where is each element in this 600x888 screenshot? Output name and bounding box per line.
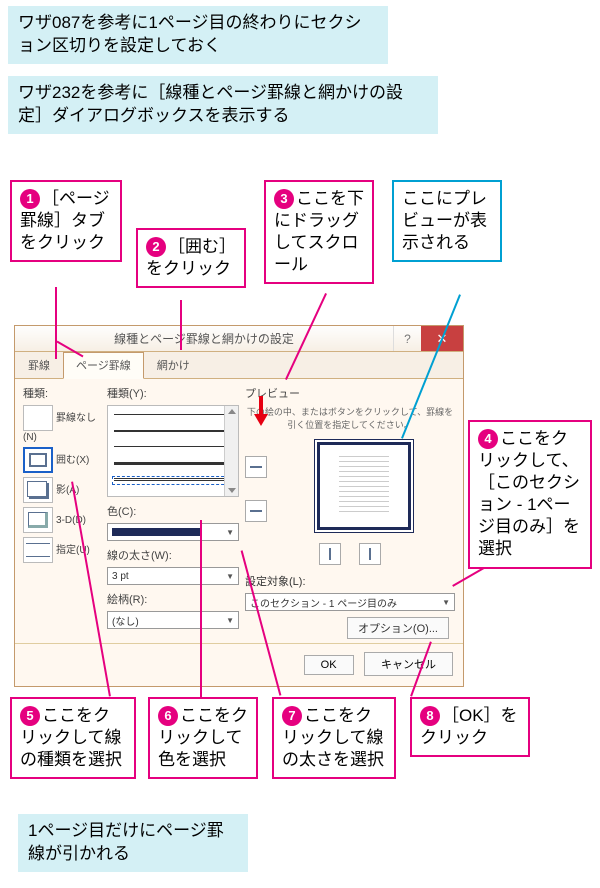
box-icon [23,447,53,473]
step-7: 7ここをクリックして線の太さを選択 [272,697,396,779]
shadow-icon [23,477,53,503]
preview-top-border-button[interactable] [245,456,267,478]
step-4-text: ここをクリックして、［このセクション - 1ページ目のみ］を選択 [478,429,580,558]
style-label: 種類(Y): [107,385,239,401]
note-result: 1ページ目だけにページ罫線が引かれる [18,814,248,872]
style-option[interactable] [114,414,232,426]
dialog-titlebar[interactable]: 線種とページ罫線と網かけの設定 ? ✕ [15,326,463,352]
style-option-selected[interactable] [114,478,232,483]
step-3: 3ここを下にドラッグしてスクロール [264,180,374,284]
note-open-dialog: ワザ232を参考に［線種とページ罫線と網かけの設定］ダイアログボックスを表示する [8,76,438,134]
color-field: 色(C): ▼ [107,503,239,541]
pointer-line [180,300,182,350]
step-number-7: 7 [282,706,302,726]
apply-label: 設定対象(L): [245,573,306,589]
step-2: 2［囲む］をクリック [136,228,246,288]
type-3d[interactable]: 3-D(D) [23,507,101,533]
step-number-5: 5 [20,706,40,726]
style-listbox[interactable] [107,405,239,497]
art-label: 絵柄(R): [107,591,239,607]
tab-shading[interactable]: 網かけ [144,352,203,378]
type-shadow-label: 影(A) [56,485,79,496]
apply-value: このセクション - 1 ページ目のみ [250,595,397,610]
border-type-column: 種類: 罫線なし(N) 囲む(X) 影(A) 3-D(D) 指定(U) [23,385,101,639]
options-button[interactable]: オプション(O)... [347,617,449,639]
note-section-break: ワザ087を参考に1ページ目の終わりにセクション区切りを設定しておく [8,6,388,64]
type-none[interactable]: 罫線なし(N) [23,405,101,443]
width-field: 線の太さ(W): 3 pt ▼ [107,547,239,585]
type-label: 種類: [23,385,101,401]
step-1: 1［ページ罫線］タブをクリック [10,180,122,262]
ok-button[interactable]: OK [304,655,354,675]
preview-note: ここにプレビューが表示される [392,180,502,262]
preview-bottom-border-button[interactable] [245,500,267,522]
none-icon [23,405,53,431]
style-option[interactable] [114,462,232,474]
chevron-down-icon: ▼ [226,528,234,537]
dialog-body: 種類: 罫線なし(N) 囲む(X) 影(A) 3-D(D) 指定(U) 種類(Y… [15,379,463,643]
pointer-line [200,520,202,698]
style-scrollbar[interactable] [224,406,238,496]
width-value: 3 pt [112,571,129,582]
preview-right-border-button[interactable] [359,543,381,565]
style-option[interactable] [114,430,232,442]
step-number-8: 8 [420,706,440,726]
art-value: (なし) [112,613,139,628]
step-number-6: 6 [158,706,178,726]
type-box-label: 囲む(X) [56,455,89,466]
type-box[interactable]: 囲む(X) [23,447,101,473]
type-custom[interactable]: 指定(U) [23,537,101,563]
color-swatch-icon [112,528,202,536]
border-style-column: 種類(Y): 色(C): ▼ 線の太さ(W): 3 pt [107,385,239,639]
step-6: 6ここをクリックして色を選択 [148,697,258,779]
color-label: 色(C): [107,503,239,519]
custom-icon [23,537,53,563]
width-label: 線の太さ(W): [107,547,239,563]
step-4: 4ここをクリックして、［このセクション - 1ページ目のみ］を選択 [468,420,592,569]
cancel-button[interactable]: キャンセル [364,652,453,676]
chevron-down-icon: ▼ [442,598,450,607]
style-option[interactable] [114,446,232,458]
apply-to-row: 設定対象(L): [245,573,455,589]
dialog-footer: OK キャンセル [15,643,463,686]
step-5: 5ここをクリックして線の種類を選択 [10,697,136,779]
step-number-4: 4 [478,429,498,449]
chevron-down-icon: ▼ [226,616,234,625]
tab-page-border[interactable]: ページ罫線 [63,352,144,379]
step-number-1: 1 [20,189,40,209]
preview-column: プレビュー 下の絵の中、またはボタンをクリックして、罫線を引く位置を指定してくだ… [245,385,455,639]
preview-page-icon [314,439,414,533]
preview-left-border-button[interactable] [319,543,341,565]
borders-shading-dialog: 線種とページ罫線と網かけの設定 ? ✕ 罫線 ページ罫線 網かけ 種類: 罫線な… [14,325,464,687]
art-select[interactable]: (なし) ▼ [107,611,239,629]
drag-arrow-icon [254,396,268,426]
step-number-2: 2 [146,237,166,257]
pointer-line [55,287,57,359]
threed-icon [23,507,53,533]
width-select[interactable]: 3 pt ▼ [107,567,239,585]
art-field: 絵柄(R): (なし) ▼ [107,591,239,629]
help-button[interactable]: ? [393,326,421,351]
step-number-3: 3 [274,189,294,209]
type-shadow[interactable]: 影(A) [23,477,101,503]
chevron-down-icon: ▼ [226,572,234,581]
preview-hint: 下の絵の中、またはボタンをクリックして、罫線を引く位置を指定してください。 [245,405,455,431]
apply-to-select[interactable]: このセクション - 1 ページ目のみ ▼ [245,593,455,611]
color-select[interactable]: ▼ [107,523,239,541]
step-8: 8［OK］をクリック [410,697,530,757]
type-3d-label: 3-D(D) [56,515,86,526]
dialog-title: 線種とページ罫線と網かけの設定 [15,330,393,347]
